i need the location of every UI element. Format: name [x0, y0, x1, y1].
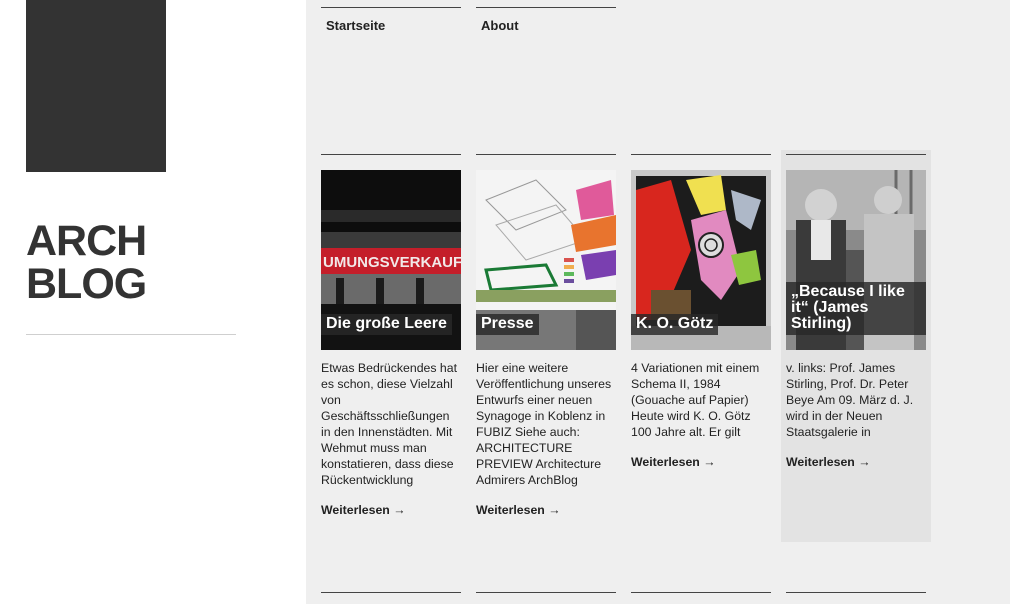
nav-startseite[interactable]: Startseite — [321, 7, 461, 33]
site-title-line2: BLOG — [26, 260, 147, 308]
post-divider — [321, 154, 461, 155]
divider — [26, 334, 236, 335]
post-excerpt: v. links: Prof. James Stirling, Prof. Dr… — [786, 361, 914, 439]
shop-sign-text: UMUNGSVERKAUF — [323, 254, 461, 271]
post-card-highlighted: „Because I like it“ (James Stirling) v. … — [781, 150, 931, 542]
post-divider-bottom — [476, 592, 616, 593]
post-thumbnail-link[interactable]: UMUNGSVERKAUF Die große Leere — [321, 170, 461, 350]
site-title-line1: ARCH — [26, 217, 147, 265]
read-more-link[interactable]: Weiterlesen → — [631, 455, 716, 469]
post-excerpt: 4 Variationen mit einem Schema II, 1984 … — [631, 361, 760, 439]
logo-block[interactable] — [26, 0, 166, 172]
post-divider — [631, 154, 771, 155]
post-thumbnail-link[interactable]: K. O. Götz — [631, 170, 771, 350]
post-card: K. O. Götz 4 Variationen mit einem Schem… — [631, 150, 781, 542]
read-more-link[interactable]: Weiterlesen → — [476, 503, 561, 517]
post-excerpt: Hier eine weitere Veröffentlichung unser… — [476, 361, 612, 487]
main-content: Startseite About UMUNGSVERKAUF Die große… — [306, 0, 1010, 604]
post-title: „Because I like it“ (James Stirling) — [786, 282, 926, 335]
read-more-link[interactable]: Weiterlesen → — [786, 455, 871, 469]
post-divider — [476, 154, 616, 155]
post-divider-bottom — [321, 592, 461, 593]
post-divider-bottom — [631, 592, 771, 593]
post-title: Die große Leere — [321, 314, 452, 335]
post-title: K. O. Götz — [631, 314, 719, 335]
post-thumbnail-link[interactable]: „Because I like it“ (James Stirling) — [786, 170, 926, 350]
post-card: UMUNGSVERKAUF Die große Leere Etwas Bedr… — [321, 150, 471, 542]
post-title: Presse — [476, 314, 539, 335]
post-thumbnail-link[interactable]: Presse — [476, 170, 616, 350]
post-excerpt: Etwas Bedrückendes hat es schon, diese V… — [321, 361, 458, 487]
post-card: Presse Hier eine weitere Veröffentlichun… — [476, 150, 626, 542]
post-divider — [786, 154, 926, 155]
post-divider-bottom — [786, 592, 926, 593]
read-more-link[interactable]: Weiterlesen → — [321, 503, 406, 517]
site-title[interactable]: ARCH BLOG — [26, 217, 147, 308]
nav-about[interactable]: About — [476, 7, 616, 33]
